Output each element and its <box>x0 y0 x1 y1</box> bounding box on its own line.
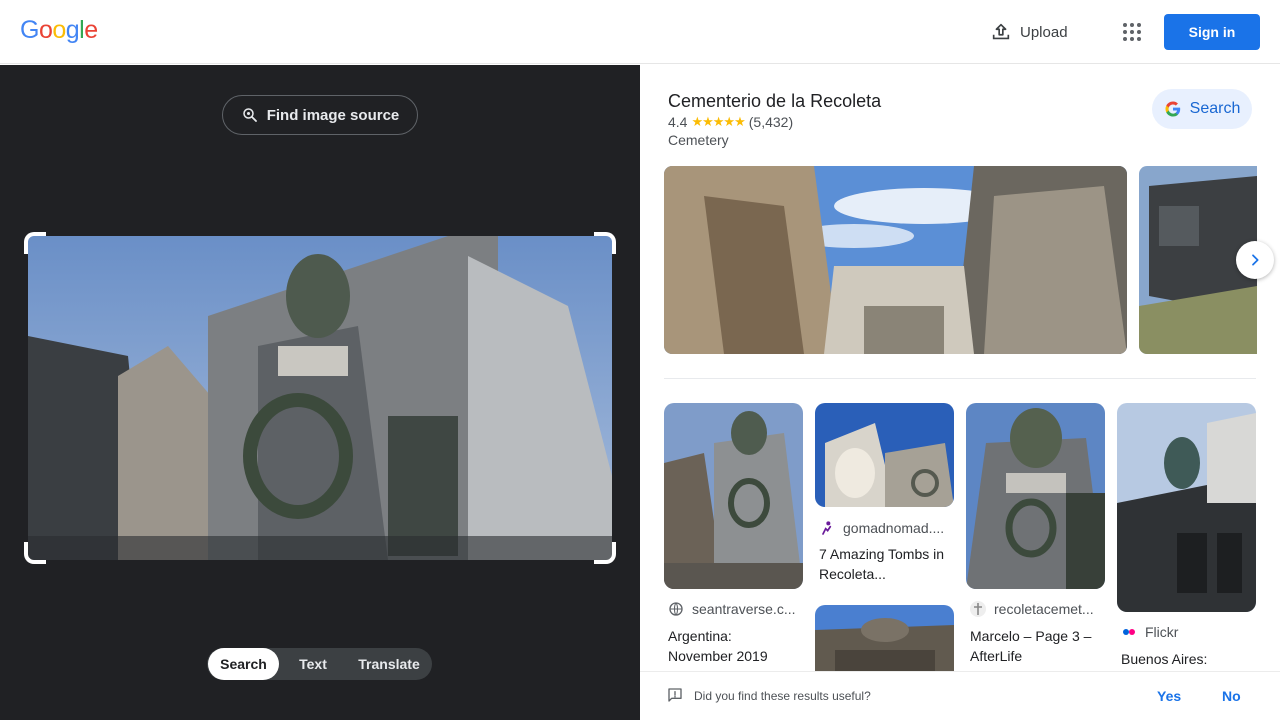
result-title[interactable]: 7 Amazing Tombs in Recoleta... <box>819 544 949 584</box>
carousel-next-button[interactable] <box>1236 241 1274 279</box>
result-image[interactable] <box>966 403 1105 589</box>
chevron-right-icon <box>1252 254 1259 266</box>
result-image[interactable] <box>664 403 803 589</box>
result-title[interactable]: Marcelo – Page 3 – AfterLife <box>970 626 1100 666</box>
google-search-label: Search <box>1189 100 1241 117</box>
result-source[interactable]: recoletacemet... <box>970 601 1094 617</box>
logo-letter: o <box>52 16 66 44</box>
result-source-label: gomadnomad.... <box>843 520 945 536</box>
flickr-icon <box>1121 624 1137 640</box>
upload-icon <box>992 23 1010 40</box>
find-image-source-button[interactable]: Find image source <box>222 95 418 135</box>
result-source-label: Flickr <box>1145 624 1179 640</box>
result-image[interactable] <box>1117 403 1256 612</box>
crop-handle-top-right[interactable] <box>594 232 616 254</box>
crop-handle-bottom-right[interactable] <box>594 542 616 564</box>
place-photo[interactable] <box>664 166 1127 354</box>
star-rating-icon: ★★★★★ <box>691 114 745 129</box>
logo-letter: G <box>20 16 39 44</box>
globe-icon <box>668 601 684 617</box>
upload-label: Upload <box>1020 23 1068 41</box>
result-title[interactable]: Buenos Aires: <box>1121 649 1251 669</box>
feedback-icon <box>668 688 682 702</box>
rating-value: 4.4 <box>668 114 688 130</box>
upload-button[interactable]: Upload <box>990 18 1068 46</box>
result-source[interactable]: gomadnomad.... <box>819 520 944 536</box>
result-source-label: recoletacemet... <box>994 601 1094 617</box>
knowledge-panel-title[interactable]: Cementerio de la Recoleta <box>668 91 881 112</box>
result-source[interactable]: Flickr <box>1121 624 1178 640</box>
result-source[interactable]: seantraverse.c... <box>668 601 796 617</box>
tab-search[interactable]: Search <box>208 648 279 680</box>
tab-translate[interactable]: Translate <box>347 648 431 680</box>
gomadnomad-favicon <box>819 520 835 536</box>
sign-in-button[interactable]: Sign in <box>1164 14 1260 50</box>
feedback-no-button[interactable]: No <box>1222 688 1241 704</box>
crop-area[interactable] <box>24 232 616 564</box>
results-panel: Cementerio de la Recoleta 4.4 ★★★★★ (5,4… <box>640 65 1280 720</box>
crop-handle-top-left[interactable] <box>24 232 46 254</box>
feedback-yes-button[interactable]: Yes <box>1157 688 1181 704</box>
mode-tabs: Search Text Translate <box>207 648 432 680</box>
top-bar: Google Upload Sign in <box>0 0 1280 64</box>
query-photo <box>28 236 612 560</box>
google-logo[interactable]: Google <box>20 16 98 45</box>
result-image[interactable] <box>815 403 954 507</box>
tab-text[interactable]: Text <box>279 648 347 680</box>
logo-letter: g <box>65 16 80 44</box>
rating-row: 4.4 ★★★★★ (5,432) <box>668 114 793 130</box>
feedback-bar: Did you find these results useful? Yes N… <box>640 671 1280 720</box>
query-image-panel: Find image source Search Text Translate <box>0 65 640 720</box>
google-g-icon <box>1165 101 1180 117</box>
result-image[interactable] <box>815 605 954 675</box>
knowledge-panel-category: Cemetery <box>668 132 729 148</box>
lens-search-icon <box>242 108 257 122</box>
logo-letter: e <box>84 16 98 44</box>
result-source-label: seantraverse.c... <box>692 601 796 617</box>
result-title[interactable]: Argentina: November 2019 <box>668 626 798 666</box>
find-image-source-label: Find image source <box>266 106 400 124</box>
apps-grid-icon[interactable] <box>1120 20 1144 44</box>
feedback-question: Did you find these results useful? <box>694 689 871 703</box>
divider <box>664 378 1256 379</box>
review-count: (5,432) <box>748 114 794 130</box>
google-search-button[interactable]: Search <box>1152 89 1252 129</box>
logo-letter: o <box>38 16 53 44</box>
crop-handle-bottom-left[interactable] <box>24 542 46 564</box>
recoleta-favicon <box>970 601 986 617</box>
